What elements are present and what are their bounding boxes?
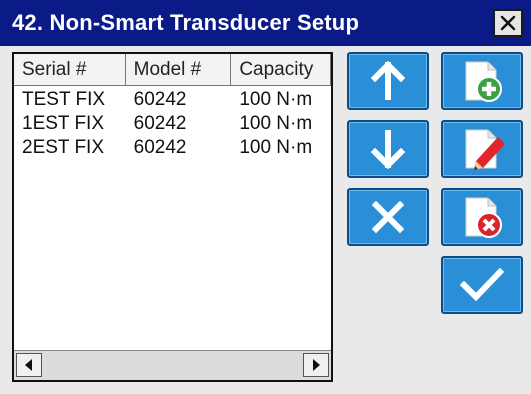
model-cell: 60242 <box>133 89 187 110</box>
delete-document-icon <box>462 195 502 239</box>
title-bar: 42. Non-Smart Transducer Setup <box>0 0 531 46</box>
add-button[interactable] <box>441 52 523 110</box>
edit-document-icon <box>462 127 505 171</box>
scroll-left-button[interactable] <box>16 353 42 377</box>
close-button[interactable] <box>493 9 523 37</box>
scroll-right-icon <box>313 359 320 371</box>
capacity-cell: 100 N·m <box>239 113 313 134</box>
column-header-model[interactable]: Model # <box>125 54 232 86</box>
capacity-cell: 100 N·m <box>239 137 313 158</box>
model-cell: 60242 <box>133 137 187 158</box>
capacity-cell: 100 N·m <box>239 89 313 110</box>
scroll-left-icon <box>25 359 32 371</box>
table-body: TEST FIX 60242 100 N·m 1EST FIX 60242 10… <box>14 88 331 160</box>
table-header: Serial # Model # Capacity <box>14 54 331 86</box>
serial-cell: 1EST FIX <box>22 113 105 134</box>
column-header-serial[interactable]: Serial # <box>14 54 126 86</box>
serial-cell: TEST FIX <box>22 89 106 110</box>
horizontal-scrollbar[interactable] <box>14 350 331 380</box>
table-row[interactable]: 1EST FIX 60242 100 N·m <box>14 112 331 136</box>
x-icon <box>371 200 405 234</box>
add-document-icon <box>462 59 502 103</box>
close-icon <box>500 15 516 31</box>
confirm-button[interactable] <box>441 256 523 314</box>
arrow-down-icon <box>370 130 406 169</box>
column-header-capacity[interactable]: Capacity <box>231 54 331 86</box>
checkmark-icon <box>460 267 504 302</box>
table-row[interactable]: TEST FIX 60242 100 N·m <box>14 88 331 112</box>
delete-button[interactable] <box>441 188 523 246</box>
cancel-button[interactable] <box>347 188 429 246</box>
scroll-right-button[interactable] <box>303 353 329 377</box>
table-row[interactable]: 2EST FIX 60242 100 N·m <box>14 136 331 160</box>
move-up-button[interactable] <box>347 52 429 110</box>
edit-button[interactable] <box>441 120 523 178</box>
window-title: 42. Non-Smart Transducer Setup <box>12 10 360 35</box>
transducer-list[interactable]: Serial # Model # Capacity TEST FIX 60242… <box>12 52 333 382</box>
serial-cell: 2EST FIX <box>22 137 105 158</box>
move-down-button[interactable] <box>347 120 429 178</box>
arrow-up-icon <box>370 61 406 100</box>
model-cell: 60242 <box>133 113 187 134</box>
